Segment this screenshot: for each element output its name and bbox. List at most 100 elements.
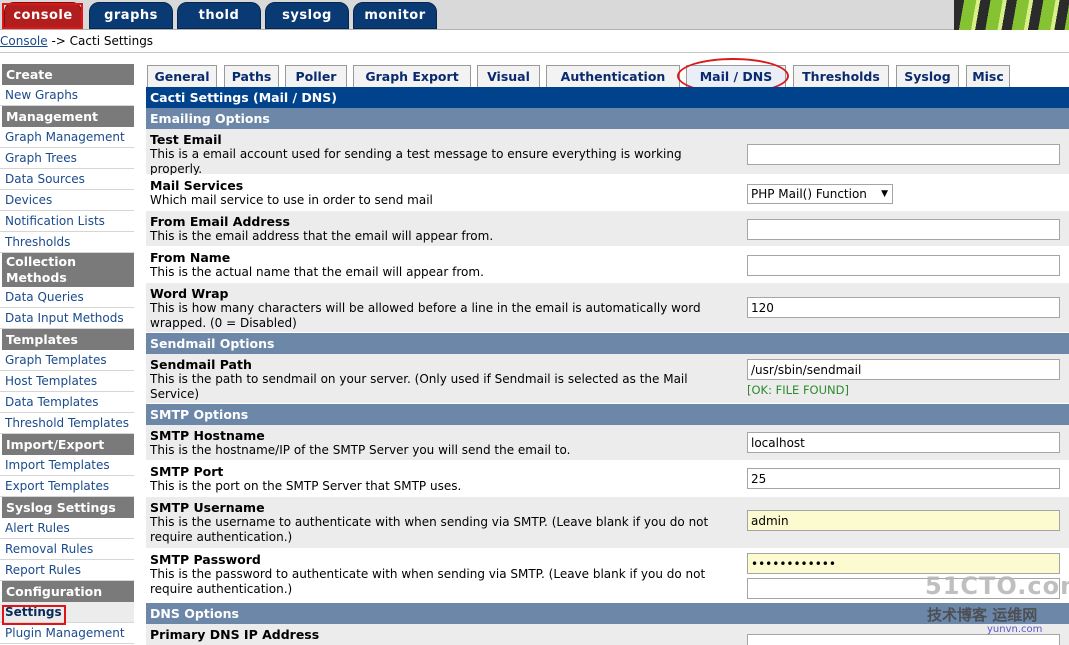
setting-name: SMTP Port <box>150 464 224 479</box>
setting-row-primary-dns: Primary DNS IP Address <box>146 624 1069 645</box>
sidebar-item-report-rules[interactable]: Report Rules <box>0 560 134 581</box>
setting-description: This is the port on the SMTP Server that… <box>150 479 462 493</box>
sidebar-item-graph-templates[interactable]: Graph Templates <box>0 350 134 371</box>
tab-graphs[interactable]: graphs <box>89 2 173 29</box>
setting-row-smtp-hostname: SMTP Hostname This is the hostname/IP of… <box>146 425 1069 461</box>
tab-syslog[interactable]: syslog <box>265 2 349 29</box>
mail-services-select[interactable]: PHP Mail() Function ▼ <box>747 184 893 204</box>
settings-tab-authentication[interactable]: Authentication <box>546 65 680 87</box>
from-name-input[interactable] <box>747 255 1060 276</box>
word-wrap-input[interactable] <box>747 297 1060 318</box>
sidebar-header-create: Create <box>2 64 134 85</box>
settings-tab-syslog[interactable]: Syslog <box>896 65 959 87</box>
sidebar-item-export-templates[interactable]: Export Templates <box>0 476 134 497</box>
setting-description: This is the username to authenticate wit… <box>150 515 709 544</box>
setting-label: SMTP Username This is the username to au… <box>150 500 720 545</box>
setting-label: From Name This is the actual name that t… <box>150 250 720 280</box>
sidebar-item-removal-rules[interactable]: Removal Rules <box>0 539 134 560</box>
breadcrumb: Console -> Cacti Settings <box>0 32 1069 50</box>
sidebar-item-settings[interactable]: Settings <box>0 602 134 623</box>
setting-name: Primary DNS IP Address <box>150 627 320 642</box>
setting-row-from-name: From Name This is the actual name that t… <box>146 247 1069 283</box>
sidebar-item-alert-rules[interactable]: Alert Rules <box>0 518 134 539</box>
setting-name: SMTP Hostname <box>150 428 265 443</box>
settings-tab-general[interactable]: General <box>147 65 217 87</box>
setting-name: Sendmail Path <box>150 357 252 372</box>
setting-description: This is a email account used for sending… <box>150 147 682 176</box>
setting-description: This is the email address that the email… <box>150 229 494 243</box>
smtp-hostname-input[interactable] <box>747 432 1060 453</box>
smtp-port-input[interactable] <box>747 468 1060 489</box>
primary-dns-input[interactable] <box>747 634 1060 645</box>
setting-description: This is the path to sendmail on your ser… <box>150 372 688 401</box>
setting-label: From Email Address This is the email add… <box>150 214 720 244</box>
setting-label: SMTP Hostname This is the hostname/IP of… <box>150 428 720 458</box>
breadcrumb-separator: -> <box>47 34 70 48</box>
tab-console[interactable]: console <box>4 2 82 29</box>
settings-tab-mail-dns[interactable]: Mail / DNS <box>686 65 786 87</box>
settings-tab-paths[interactable]: Paths <box>224 65 279 87</box>
setting-name: Mail Services <box>150 178 244 193</box>
sidebar-item-devices[interactable]: Devices <box>0 190 134 211</box>
setting-label: Primary DNS IP Address <box>150 627 720 642</box>
setting-label: SMTP Port This is the port on the SMTP S… <box>150 464 720 494</box>
sidebar-header-templates: Templates <box>2 329 134 350</box>
tab-monitor[interactable]: monitor <box>353 2 437 29</box>
sidebar-item-import-templates[interactable]: Import Templates <box>0 455 134 476</box>
setting-row-smtp-password: SMTP Password This is the password to au… <box>146 549 1069 603</box>
tab-thold[interactable]: thold <box>177 2 261 29</box>
breadcrumb-console-link[interactable]: Console <box>0 34 48 48</box>
sidebar-item-data-templates[interactable]: Data Templates <box>0 392 134 413</box>
setting-description: This is the password to authenticate wit… <box>150 567 706 596</box>
sidebar-item-data-queries[interactable]: Data Queries <box>0 287 134 308</box>
section-emailing-options: Emailing Options <box>146 108 1069 129</box>
sidebar-item-data-sources[interactable]: Data Sources <box>0 169 134 190</box>
banner-decoration <box>954 0 1069 30</box>
section-dns-options: DNS Options <box>146 603 1069 624</box>
sidebar-header-configuration: Configuration <box>2 581 134 602</box>
settings-tab-thresholds[interactable]: Thresholds <box>793 65 889 87</box>
sidebar-item-graph-trees[interactable]: Graph Trees <box>0 148 134 169</box>
from-email-input[interactable] <box>747 219 1060 240</box>
setting-label: Test Email This is a email account used … <box>150 132 720 177</box>
setting-row-test-email: Test Email This is a email account used … <box>146 129 1069 177</box>
sidebar-item-new-graphs[interactable]: New Graphs <box>0 85 134 106</box>
sidebar-item-plugin-management[interactable]: Plugin Management <box>0 623 134 644</box>
sidebar-item-notification-lists[interactable]: Notification Lists <box>0 211 134 232</box>
sendmail-path-input[interactable] <box>747 359 1060 380</box>
smtp-password-confirm-input[interactable] <box>747 578 1060 599</box>
settings-tab-poller[interactable]: Poller <box>285 65 347 87</box>
section-smtp-options: SMTP Options <box>146 404 1069 425</box>
sidebar-header-management: Management <box>2 106 134 127</box>
settings-tab-visual[interactable]: Visual <box>477 65 540 87</box>
breadcrumb-current: Cacti Settings <box>69 34 154 48</box>
setting-row-sendmail-path: Sendmail Path This is the path to sendma… <box>146 354 1069 404</box>
settings-tab-misc[interactable]: Misc <box>966 65 1010 87</box>
setting-label: Word Wrap This is how many characters wi… <box>150 286 720 331</box>
setting-name: SMTP Username <box>150 500 265 515</box>
settings-tab-graph-export[interactable]: Graph Export <box>353 65 471 87</box>
setting-name: Test Email <box>150 132 222 147</box>
section-sendmail-options: Sendmail Options <box>146 333 1069 354</box>
setting-name: From Email Address <box>150 214 290 229</box>
mail-services-selected: PHP Mail() Function <box>751 187 867 201</box>
test-email-input[interactable] <box>747 144 1060 165</box>
setting-label: SMTP Password This is the password to au… <box>150 552 720 597</box>
smtp-username-input[interactable] <box>747 510 1060 531</box>
top-navigation-bar: console graphs thold syslog monitor <box>0 0 1069 30</box>
setting-description: Which mail service to use in order to se… <box>150 193 433 207</box>
sendmail-status-text: [OK: FILE FOUND] <box>747 383 849 397</box>
sidebar-item-graph-management[interactable]: Graph Management <box>0 127 134 148</box>
setting-description: This is how many characters will be allo… <box>150 301 701 330</box>
sidebar-item-host-templates[interactable]: Host Templates <box>0 371 134 392</box>
sidebar-item-thresholds[interactable]: Thresholds <box>0 232 134 253</box>
settings-panel: Cacti Settings (Mail / DNS) Emailing Opt… <box>146 87 1069 645</box>
sidebar-item-threshold-templates[interactable]: Threshold Templates <box>0 413 134 434</box>
smtp-password-input[interactable] <box>747 553 1060 574</box>
sidebar-item-data-input-methods[interactable]: Data Input Methods <box>0 308 134 329</box>
sidebar: Create New Graphs Management Graph Manag… <box>0 64 136 644</box>
setting-label: Sendmail Path This is the path to sendma… <box>150 357 720 402</box>
setting-row-mail-services: Mail Services Which mail service to use … <box>146 175 1069 211</box>
sidebar-header-collection-methods: Collection Methods <box>2 253 134 287</box>
sidebar-header-import-export: Import/Export <box>2 434 134 455</box>
